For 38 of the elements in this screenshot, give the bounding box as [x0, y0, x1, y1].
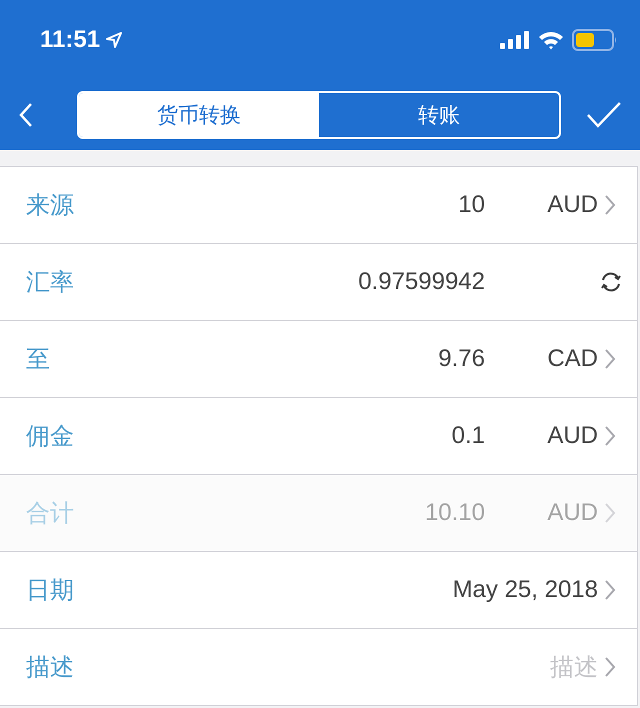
form-row[interactable]: 汇率 0.97599942	[0, 244, 637, 321]
wifi-icon	[538, 30, 564, 50]
chevron-right-icon	[604, 348, 616, 370]
currency-code: CAD	[546, 345, 598, 373]
tab[interactable]: 货币转换	[78, 93, 320, 137]
chevron-right-icon	[604, 425, 616, 447]
field-value: 0.97599942	[358, 268, 485, 296]
location-arrow-icon	[106, 32, 122, 48]
field-label: 汇率	[26, 268, 75, 298]
field-label: 合计	[26, 499, 75, 529]
currency-code: AUD	[546, 422, 598, 450]
chevron-right-icon	[604, 502, 616, 524]
field-label: 佣金	[26, 422, 75, 452]
field-label: 描述	[26, 653, 75, 683]
chevron-right-icon	[604, 656, 616, 678]
chevron-right-icon	[604, 194, 616, 216]
currency-code: AUD	[546, 191, 598, 219]
battery-icon	[572, 29, 618, 51]
field-value: 10	[458, 191, 485, 219]
form-row[interactable]: 至 9.76 CAD	[0, 321, 637, 398]
back-icon[interactable]	[18, 102, 34, 128]
currency-code: AUD	[546, 499, 598, 527]
field-value: May 25, 2018	[452, 576, 598, 604]
field-label: 来源	[26, 191, 75, 221]
field-label: 至	[26, 345, 51, 375]
field-value: 0.1	[452, 422, 485, 450]
form-row[interactable]: 来源 10 AUD	[0, 167, 637, 244]
tab[interactable]: 转账	[319, 93, 560, 137]
field-label: 日期	[26, 576, 75, 606]
field-value: 9.76	[438, 345, 485, 373]
checkmark-icon[interactable]	[586, 101, 622, 129]
chevron-right-icon	[604, 579, 616, 601]
field-placeholder: 描述	[550, 653, 598, 683]
form-row[interactable]: 日期 May 25, 2018	[0, 552, 637, 629]
signal-icon	[500, 31, 530, 49]
field-value: 10.10	[424, 499, 485, 527]
status-time: 11:51	[40, 26, 100, 54]
refresh-icon[interactable]	[599, 270, 623, 294]
